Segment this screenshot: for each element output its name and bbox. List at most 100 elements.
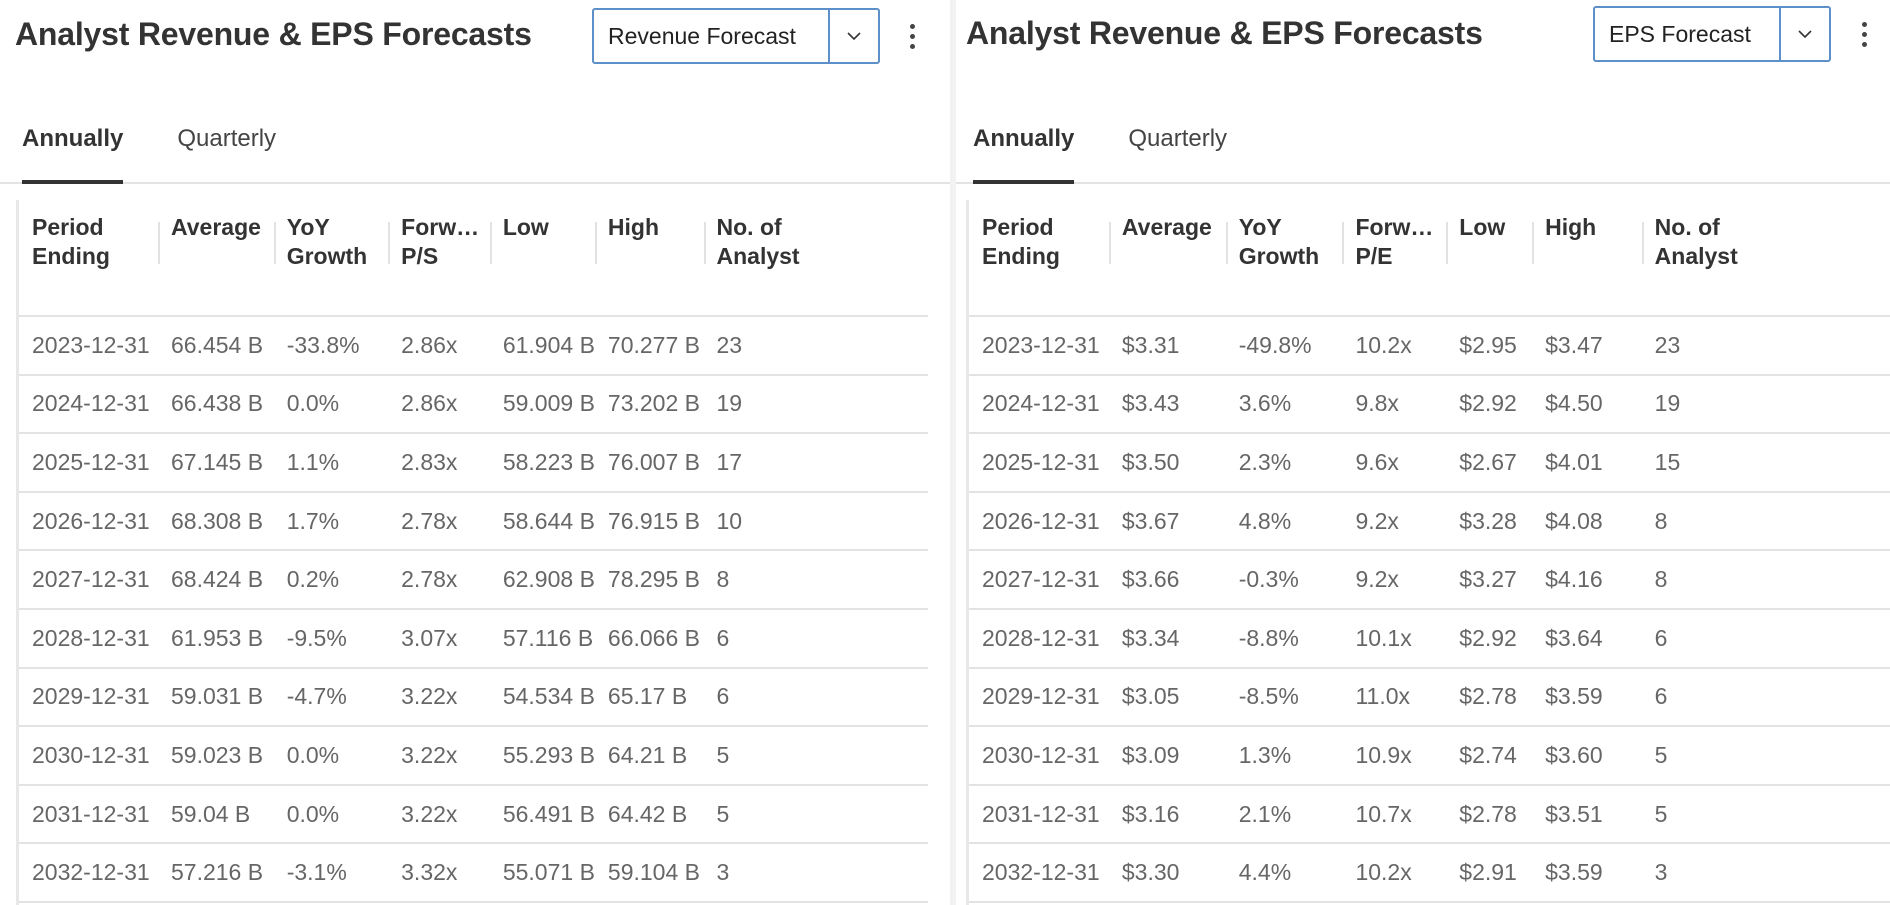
column-header-yoy-growth[interactable]: YoY Growth xyxy=(1225,200,1343,316)
column-header-low[interactable]: Low xyxy=(1446,200,1532,316)
table-header-row: Period Ending Average YoY Growth Forw… P/E Low H… xyxy=(969,200,1890,316)
forecast-table-container[interactable]: Period Ending Average YoY Growth Forw… P/S Low H… xyxy=(16,200,928,905)
column-resize-handle[interactable] xyxy=(1532,222,1535,264)
table-row[interactable]: 2031-12-31 59.04 B 0.0% 3.22x 56.491 B 64.42 … xyxy=(19,783,928,844)
column-header-high[interactable]: High xyxy=(1532,200,1642,316)
column-resize-handle[interactable] xyxy=(1225,222,1228,264)
cell-high: 76.007 B xyxy=(594,432,704,492)
cell-low: $3.27 xyxy=(1446,549,1533,609)
kebab-dot xyxy=(1861,31,1867,37)
cell-average: 67.145 B xyxy=(157,432,274,492)
header-label-line2: Ending xyxy=(982,243,1060,269)
cell-period-ending: 2024-12-31 xyxy=(19,373,158,434)
table-row[interactable]: 2023-12-31 $3.31 -49.8% 10.2x $2.95 $3.47 23 xyxy=(969,315,1890,375)
table-row[interactable]: 2024-12-31 $3.43 3.6% 9.8x $2.92 $4.50 19 xyxy=(969,373,1890,434)
header-label-line2: Analyst xyxy=(716,243,800,269)
column-header-high[interactable]: High xyxy=(594,200,704,316)
column-resize-handle[interactable] xyxy=(388,222,391,264)
cell-low: $2.92 xyxy=(1446,607,1533,668)
cell-num-analysts: 6 xyxy=(703,607,928,668)
chevron-down-icon xyxy=(847,32,861,41)
dropdown-selected-value: EPS Forecast xyxy=(1609,20,1751,47)
cell-low: $3.28 xyxy=(1446,490,1533,551)
cell-forward-multiple: 2.78x xyxy=(388,490,490,551)
cell-low: 57.116 B xyxy=(489,607,595,668)
tab-quarterly[interactable]: Quarterly xyxy=(177,118,276,182)
column-header-yoy-growth[interactable]: YoY Growth xyxy=(273,200,388,316)
cell-average: $3.05 xyxy=(1108,666,1226,727)
cell-average: $3.67 xyxy=(1108,490,1226,551)
forecast-type-dropdown[interactable]: Revenue Forecast xyxy=(592,8,880,64)
cell-yoy-growth: 1.3% xyxy=(1225,725,1343,785)
more-options-button[interactable] xyxy=(902,16,922,56)
column-resize-handle[interactable] xyxy=(703,222,706,264)
table-row[interactable]: 2032-12-31 57.216 B -3.1% 3.32x 55.071 B 59.1… xyxy=(19,842,928,903)
table-row[interactable]: 2029-12-31 59.031 B -4.7% 3.22x 54.534 B 65.1… xyxy=(19,666,928,727)
cell-yoy-growth: 0.0% xyxy=(273,725,389,785)
kebab-dot xyxy=(1861,21,1867,27)
column-resize-handle[interactable] xyxy=(489,222,492,264)
column-resize-handle[interactable] xyxy=(1641,222,1644,264)
column-resize-handle[interactable] xyxy=(594,222,597,264)
cell-yoy-growth: -8.8% xyxy=(1225,607,1343,668)
dropdown-toggle[interactable] xyxy=(828,10,878,62)
table-row[interactable]: 2025-12-31 67.145 B 1.1% 2.83x 58.223 B 76.00… xyxy=(19,432,928,492)
forecast-table-container[interactable]: Period Ending Average YoY Growth Forw… P/E Low H… xyxy=(966,200,1890,905)
table-row[interactable]: 2027-12-31 68.424 B 0.2% 2.78x 62.908 B 78.29… xyxy=(19,549,928,609)
cell-yoy-growth: -9.5% xyxy=(273,607,389,668)
cell-high: $4.16 xyxy=(1532,549,1642,609)
cell-forward-multiple: 10.2x xyxy=(1342,842,1447,903)
cell-high: 65.17 B xyxy=(594,666,704,727)
column-header-average[interactable]: Average xyxy=(157,200,274,316)
dropdown-toggle[interactable] xyxy=(1779,8,1829,60)
table-row[interactable]: 2028-12-31 $3.34 -8.8% 10.1x $2.92 $3.64 6 xyxy=(969,607,1890,668)
cell-forward-multiple: 2.83x xyxy=(388,432,490,492)
table-row[interactable]: 2031-12-31 $3.16 2.1% 10.7x $2.78 $3.51 5 xyxy=(969,783,1890,844)
column-header-num-analysts[interactable]: No. of Analyst xyxy=(1641,200,1890,316)
column-resize-handle[interactable] xyxy=(1342,222,1345,264)
header-label-line1: YoY xyxy=(286,214,330,240)
column-header-num-analysts[interactable]: No. of Analyst xyxy=(703,200,929,316)
cell-yoy-growth: -33.8% xyxy=(273,315,389,375)
period-tabs: Annually Quarterly xyxy=(0,118,950,184)
table-row[interactable]: 2029-12-31 $3.05 -8.5% 11.0x $2.78 $3.59 6 xyxy=(969,666,1890,727)
table-row[interactable]: 2028-12-31 61.953 B -9.5% 3.07x 57.116 B 66.0… xyxy=(19,607,928,668)
cell-yoy-growth: -3.1% xyxy=(273,842,389,903)
table-row[interactable]: 2024-12-31 66.438 B 0.0% 2.86x 59.009 B 73.20… xyxy=(19,373,928,434)
table-row[interactable]: 2025-12-31 $3.50 2.3% 9.6x $2.67 $4.01 15 xyxy=(969,432,1890,492)
column-resize-handle[interactable] xyxy=(1446,222,1449,264)
cell-num-analysts: 10 xyxy=(703,490,928,551)
cell-yoy-growth: 4.8% xyxy=(1225,490,1343,551)
header-label-line1: High xyxy=(607,214,660,240)
column-header-period-ending[interactable]: Period Ending xyxy=(969,200,1109,316)
column-header-forward-multiple[interactable]: Forw… P/S xyxy=(388,200,490,316)
table-body: 2023-12-31 66.454 B -33.8% 2.86x 61.904 B 70.… xyxy=(19,315,928,903)
table-row[interactable]: 2032-12-31 $3.30 4.4% 10.2x $2.91 $3.59 3 xyxy=(969,842,1890,903)
table-row[interactable]: 2030-12-31 59.023 B 0.0% 3.22x 55.293 B 64.21… xyxy=(19,725,928,785)
forecast-type-dropdown[interactable]: EPS Forecast xyxy=(1593,6,1831,62)
column-resize-handle[interactable] xyxy=(273,222,276,264)
table-row[interactable]: 2027-12-31 $3.66 -0.3% 9.2x $3.27 $4.16 8 xyxy=(969,549,1890,609)
table-row[interactable]: 2026-12-31 $3.67 4.8% 9.2x $3.28 $4.08 8 xyxy=(969,490,1890,551)
more-options-button[interactable] xyxy=(1854,14,1874,54)
cell-low: 58.223 B xyxy=(489,432,595,492)
table-row[interactable]: 2030-12-31 $3.09 1.3% 10.9x $2.74 $3.60 5 xyxy=(969,725,1890,785)
tab-annually[interactable]: Annually xyxy=(973,118,1075,184)
cell-forward-multiple: 3.22x xyxy=(388,725,490,785)
cell-average: $3.34 xyxy=(1108,607,1226,668)
column-resize-handle[interactable] xyxy=(157,222,160,264)
column-header-low[interactable]: Low xyxy=(489,200,595,316)
table-row[interactable]: 2026-12-31 68.308 B 1.7% 2.78x 58.644 B 76.91… xyxy=(19,490,928,551)
header-label-line1: YoY xyxy=(1238,214,1282,240)
column-header-forward-multiple[interactable]: Forw… P/E xyxy=(1342,200,1446,316)
column-header-average[interactable]: Average xyxy=(1108,200,1226,316)
cell-average: $3.66 xyxy=(1108,549,1226,609)
cell-high: 70.277 B xyxy=(594,315,704,375)
tab-annually[interactable]: Annually xyxy=(22,118,124,184)
tab-quarterly[interactable]: Quarterly xyxy=(1128,118,1227,182)
cell-period-ending: 2027-12-31 xyxy=(19,549,158,609)
column-header-period-ending[interactable]: Period Ending xyxy=(19,200,158,316)
cell-low: $2.78 xyxy=(1446,666,1533,727)
column-resize-handle[interactable] xyxy=(1108,222,1111,264)
table-row[interactable]: 2023-12-31 66.454 B -33.8% 2.86x 61.904 B 70.… xyxy=(19,315,928,375)
